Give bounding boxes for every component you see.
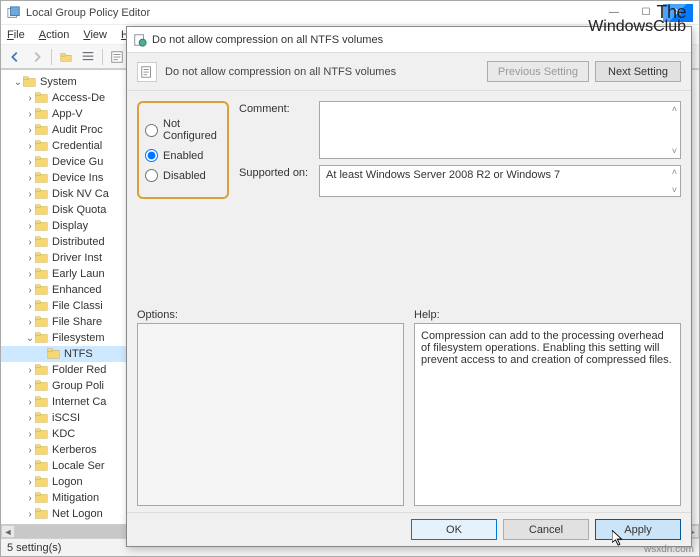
tree-item[interactable]: ›File Classi [1, 298, 126, 314]
tree-item[interactable]: ›iSCSI [1, 410, 126, 426]
next-setting-button[interactable]: Next Setting [595, 61, 681, 82]
policy-icon [133, 33, 147, 47]
nav-fwd-button[interactable] [27, 47, 47, 67]
menu-file[interactable]: FFileile [7, 29, 25, 41]
ok-button[interactable]: OK [411, 519, 497, 540]
tree-item[interactable]: ›Folder Red [1, 362, 126, 378]
caret-down-icon: ˅ [672, 185, 677, 195]
cancel-button[interactable]: Cancel [503, 519, 589, 540]
watermark: The WindowsClub [588, 4, 686, 35]
tree-item-selected[interactable]: NTFS [1, 346, 126, 362]
radio-group: Not Configured Enabled Disabled [137, 101, 229, 199]
tree-item[interactable]: ›Distributed [1, 234, 126, 250]
dialog-footer: OK Cancel Apply [127, 512, 691, 546]
menu-action[interactable]: Action [39, 29, 70, 41]
tree-item[interactable]: ›Display [1, 218, 126, 234]
properties-button[interactable] [107, 47, 127, 67]
comment-label: Comment: [239, 101, 313, 115]
tree-item[interactable]: ›App-V [1, 106, 126, 122]
policy-large-icon [137, 62, 157, 82]
tree-item[interactable]: ›Driver Inst [1, 250, 126, 266]
caret-up-icon[interactable]: ˄ [672, 104, 677, 114]
tree-item[interactable]: ›Audit Proc [1, 122, 126, 138]
site-watermark: wsxdn.com [644, 544, 694, 555]
app-icon [7, 6, 21, 20]
tree-item[interactable]: ›Access-De [1, 90, 126, 106]
tree-item[interactable]: ›Logon [1, 474, 126, 490]
lower-panels: Options: Help: Compression can add to th… [127, 309, 691, 513]
policy-dialog: Do not allow compression on all NTFS vol… [126, 26, 692, 547]
tree-item[interactable]: ›Enhanced [1, 282, 126, 298]
radio-not-configured[interactable]: Not Configured [145, 118, 221, 142]
up-button[interactable] [56, 47, 76, 67]
scroll-left[interactable]: ◄ [1, 525, 15, 538]
help-label: Help: [414, 309, 681, 321]
dialog-header-text: Do not allow compression on all NTFS vol… [165, 66, 396, 78]
tree-item[interactable]: ›Locale Ser [1, 458, 126, 474]
caret-up-icon: ˄ [672, 167, 677, 177]
comment-textarea[interactable]: ˄ ˅ [319, 101, 681, 159]
options-panel [137, 323, 404, 507]
status-text: 5 setting(s) [7, 542, 61, 554]
tree-item[interactable]: ›File Share [1, 314, 126, 330]
supported-box: At least Windows Server 2008 R2 or Windo… [319, 165, 681, 197]
apply-button[interactable]: Apply [595, 519, 681, 540]
menu-view[interactable]: View [83, 29, 107, 41]
tree-item[interactable]: ›Device Gu [1, 154, 126, 170]
help-panel: Compression can add to the processing ov… [414, 323, 681, 507]
tree-panel[interactable]: ⌄System›Access-De›App-V›Audit Proc›Crede… [1, 70, 127, 524]
previous-setting-button[interactable]: Previous Setting [487, 61, 589, 82]
caret-down-icon[interactable]: ˅ [672, 146, 677, 156]
tree-item[interactable]: ›Internet Ca [1, 394, 126, 410]
dialog-body: Not Configured Enabled Disabled Comment:… [127, 91, 691, 309]
tree-item[interactable]: ›Disk NV Ca [1, 186, 126, 202]
tree-item[interactable]: ⌄System [1, 74, 126, 90]
radio-enabled[interactable]: Enabled [145, 149, 221, 162]
radio-disabled[interactable]: Disabled [145, 169, 221, 182]
tree-item[interactable]: ›Net Logon [1, 506, 126, 522]
tree-item[interactable]: ›KDC [1, 426, 126, 442]
tree-item[interactable]: ›Kerberos [1, 442, 126, 458]
tree-item[interactable]: ›Disk Quota [1, 202, 126, 218]
list-button[interactable] [78, 47, 98, 67]
supported-text: At least Windows Server 2008 R2 or Windo… [320, 166, 680, 184]
dialog-title-text: Do not allow compression on all NTFS vol… [152, 34, 383, 46]
cursor-icon [612, 530, 626, 548]
nav-back-button[interactable] [5, 47, 25, 67]
tree-item[interactable]: ›Group Poli [1, 378, 126, 394]
titlebar-text: Local Group Policy Editor [26, 7, 150, 19]
options-label: Options: [137, 309, 404, 321]
tree-item[interactable]: ›Mitigation [1, 490, 126, 506]
supported-label: Supported on: [239, 165, 313, 179]
tree-item[interactable]: ⌄Filesystem [1, 330, 126, 346]
tree-item[interactable]: ›Early Laun [1, 266, 126, 282]
dialog-header: Do not allow compression on all NTFS vol… [127, 53, 691, 91]
tree-item[interactable]: ›Credential [1, 138, 126, 154]
tree-item[interactable]: ›Device Ins [1, 170, 126, 186]
